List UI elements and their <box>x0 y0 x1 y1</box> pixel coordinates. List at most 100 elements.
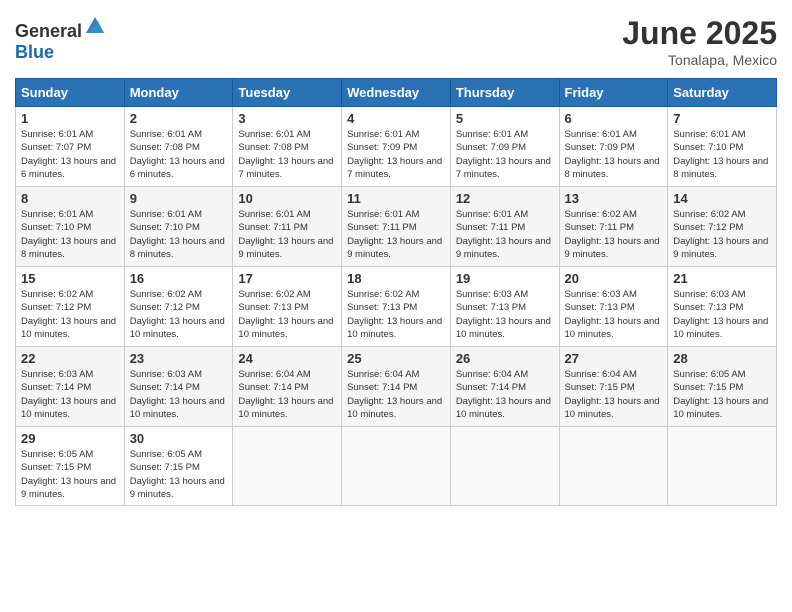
sunset-text: Sunset: 7:08 PM <box>238 142 308 153</box>
sunrise-text: Sunrise: 6:01 AM <box>347 209 419 220</box>
day-info: Sunrise: 6:01 AM Sunset: 7:11 PM Dayligh… <box>456 208 554 261</box>
calendar-day-cell: 3 Sunrise: 6:01 AM Sunset: 7:08 PM Dayli… <box>233 107 342 187</box>
sunset-text: Sunset: 7:14 PM <box>347 382 417 393</box>
day-number: 1 <box>21 111 119 126</box>
daylight-text: Daylight: 13 hours and 10 minutes. <box>130 396 225 420</box>
sunrise-text: Sunrise: 6:03 AM <box>673 289 745 300</box>
sunrise-text: Sunrise: 6:04 AM <box>238 369 310 380</box>
sunrise-text: Sunrise: 6:01 AM <box>130 209 202 220</box>
day-info: Sunrise: 6:05 AM Sunset: 7:15 PM Dayligh… <box>130 448 228 501</box>
sunrise-text: Sunrise: 6:02 AM <box>130 289 202 300</box>
sunrise-text: Sunrise: 6:01 AM <box>673 129 745 140</box>
calendar-week-row: 8 Sunrise: 6:01 AM Sunset: 7:10 PM Dayli… <box>16 187 777 267</box>
day-info: Sunrise: 6:01 AM Sunset: 7:09 PM Dayligh… <box>347 128 445 181</box>
col-tuesday: Tuesday <box>233 79 342 107</box>
sunset-text: Sunset: 7:13 PM <box>565 302 635 313</box>
sunrise-text: Sunrise: 6:02 AM <box>347 289 419 300</box>
sunrise-text: Sunrise: 6:03 AM <box>565 289 637 300</box>
day-number: 25 <box>347 351 445 366</box>
calendar-day-cell: 14 Sunrise: 6:02 AM Sunset: 7:12 PM Dayl… <box>668 187 777 267</box>
logo-wordmark: General Blue <box>15 15 106 63</box>
sunset-text: Sunset: 7:10 PM <box>21 222 91 233</box>
calendar-table: Sunday Monday Tuesday Wednesday Thursday… <box>15 78 777 506</box>
daylight-text: Daylight: 13 hours and 10 minutes. <box>130 316 225 340</box>
sunset-text: Sunset: 7:09 PM <box>347 142 417 153</box>
daylight-text: Daylight: 13 hours and 8 minutes. <box>565 156 660 180</box>
sunset-text: Sunset: 7:11 PM <box>565 222 635 233</box>
day-number: 3 <box>238 111 336 126</box>
daylight-text: Daylight: 13 hours and 6 minutes. <box>21 156 116 180</box>
day-number: 30 <box>130 431 228 446</box>
day-number: 14 <box>673 191 771 206</box>
logo-icon <box>84 15 106 37</box>
calendar-day-cell: 25 Sunrise: 6:04 AM Sunset: 7:14 PM Dayl… <box>342 347 451 427</box>
day-info: Sunrise: 6:01 AM Sunset: 7:08 PM Dayligh… <box>238 128 336 181</box>
sunset-text: Sunset: 7:15 PM <box>130 462 200 473</box>
daylight-text: Daylight: 13 hours and 8 minutes. <box>130 236 225 260</box>
sunrise-text: Sunrise: 6:01 AM <box>130 129 202 140</box>
calendar-week-row: 22 Sunrise: 6:03 AM Sunset: 7:14 PM Dayl… <box>16 347 777 427</box>
calendar-week-row: 29 Sunrise: 6:05 AM Sunset: 7:15 PM Dayl… <box>16 427 777 506</box>
col-wednesday: Wednesday <box>342 79 451 107</box>
daylight-text: Daylight: 13 hours and 7 minutes. <box>238 156 333 180</box>
daylight-text: Daylight: 13 hours and 9 minutes. <box>130 476 225 500</box>
calendar-day-cell: 8 Sunrise: 6:01 AM Sunset: 7:10 PM Dayli… <box>16 187 125 267</box>
daylight-text: Daylight: 13 hours and 10 minutes. <box>347 316 442 340</box>
calendar-day-cell: 28 Sunrise: 6:05 AM Sunset: 7:15 PM Dayl… <box>668 347 777 427</box>
day-number: 6 <box>565 111 663 126</box>
day-info: Sunrise: 6:02 AM Sunset: 7:13 PM Dayligh… <box>238 288 336 341</box>
day-number: 20 <box>565 271 663 286</box>
day-info: Sunrise: 6:01 AM Sunset: 7:11 PM Dayligh… <box>347 208 445 261</box>
sunset-text: Sunset: 7:10 PM <box>673 142 743 153</box>
day-number: 24 <box>238 351 336 366</box>
sunset-text: Sunset: 7:13 PM <box>673 302 743 313</box>
logo: General Blue <box>15 15 106 63</box>
sunrise-text: Sunrise: 6:01 AM <box>456 209 528 220</box>
calendar-day-cell <box>342 427 451 506</box>
day-number: 10 <box>238 191 336 206</box>
sunrise-text: Sunrise: 6:05 AM <box>21 449 93 460</box>
sunrise-text: Sunrise: 6:02 AM <box>21 289 93 300</box>
col-monday: Monday <box>124 79 233 107</box>
day-number: 4 <box>347 111 445 126</box>
sunrise-text: Sunrise: 6:05 AM <box>130 449 202 460</box>
sunset-text: Sunset: 7:11 PM <box>347 222 417 233</box>
daylight-text: Daylight: 13 hours and 10 minutes. <box>565 316 660 340</box>
col-friday: Friday <box>559 79 668 107</box>
sunset-text: Sunset: 7:09 PM <box>456 142 526 153</box>
col-sunday: Sunday <box>16 79 125 107</box>
day-info: Sunrise: 6:02 AM Sunset: 7:12 PM Dayligh… <box>673 208 771 261</box>
daylight-text: Daylight: 13 hours and 10 minutes. <box>456 316 551 340</box>
sunset-text: Sunset: 7:15 PM <box>673 382 743 393</box>
day-info: Sunrise: 6:01 AM Sunset: 7:07 PM Dayligh… <box>21 128 119 181</box>
day-info: Sunrise: 6:01 AM Sunset: 7:10 PM Dayligh… <box>673 128 771 181</box>
daylight-text: Daylight: 13 hours and 9 minutes. <box>456 236 551 260</box>
day-info: Sunrise: 6:03 AM Sunset: 7:13 PM Dayligh… <box>456 288 554 341</box>
sunset-text: Sunset: 7:12 PM <box>673 222 743 233</box>
calendar-day-cell: 16 Sunrise: 6:02 AM Sunset: 7:12 PM Dayl… <box>124 267 233 347</box>
col-saturday: Saturday <box>668 79 777 107</box>
daylight-text: Daylight: 13 hours and 10 minutes. <box>347 396 442 420</box>
sunrise-text: Sunrise: 6:01 AM <box>565 129 637 140</box>
day-info: Sunrise: 6:01 AM Sunset: 7:11 PM Dayligh… <box>238 208 336 261</box>
day-info: Sunrise: 6:02 AM Sunset: 7:13 PM Dayligh… <box>347 288 445 341</box>
calendar-day-cell: 5 Sunrise: 6:01 AM Sunset: 7:09 PM Dayli… <box>450 107 559 187</box>
day-number: 8 <box>21 191 119 206</box>
calendar-day-cell: 9 Sunrise: 6:01 AM Sunset: 7:10 PM Dayli… <box>124 187 233 267</box>
day-info: Sunrise: 6:05 AM Sunset: 7:15 PM Dayligh… <box>673 368 771 421</box>
day-info: Sunrise: 6:03 AM Sunset: 7:13 PM Dayligh… <box>565 288 663 341</box>
day-info: Sunrise: 6:01 AM Sunset: 7:08 PM Dayligh… <box>130 128 228 181</box>
day-number: 18 <box>347 271 445 286</box>
sunset-text: Sunset: 7:13 PM <box>347 302 417 313</box>
calendar-day-cell: 21 Sunrise: 6:03 AM Sunset: 7:13 PM Dayl… <box>668 267 777 347</box>
sunset-text: Sunset: 7:15 PM <box>21 462 91 473</box>
day-number: 5 <box>456 111 554 126</box>
sunrise-text: Sunrise: 6:02 AM <box>238 289 310 300</box>
calendar-day-cell: 20 Sunrise: 6:03 AM Sunset: 7:13 PM Dayl… <box>559 267 668 347</box>
calendar-day-cell: 17 Sunrise: 6:02 AM Sunset: 7:13 PM Dayl… <box>233 267 342 347</box>
calendar-day-cell: 7 Sunrise: 6:01 AM Sunset: 7:10 PM Dayli… <box>668 107 777 187</box>
day-number: 17 <box>238 271 336 286</box>
sunset-text: Sunset: 7:09 PM <box>565 142 635 153</box>
sunset-text: Sunset: 7:13 PM <box>456 302 526 313</box>
daylight-text: Daylight: 13 hours and 9 minutes. <box>673 236 768 260</box>
